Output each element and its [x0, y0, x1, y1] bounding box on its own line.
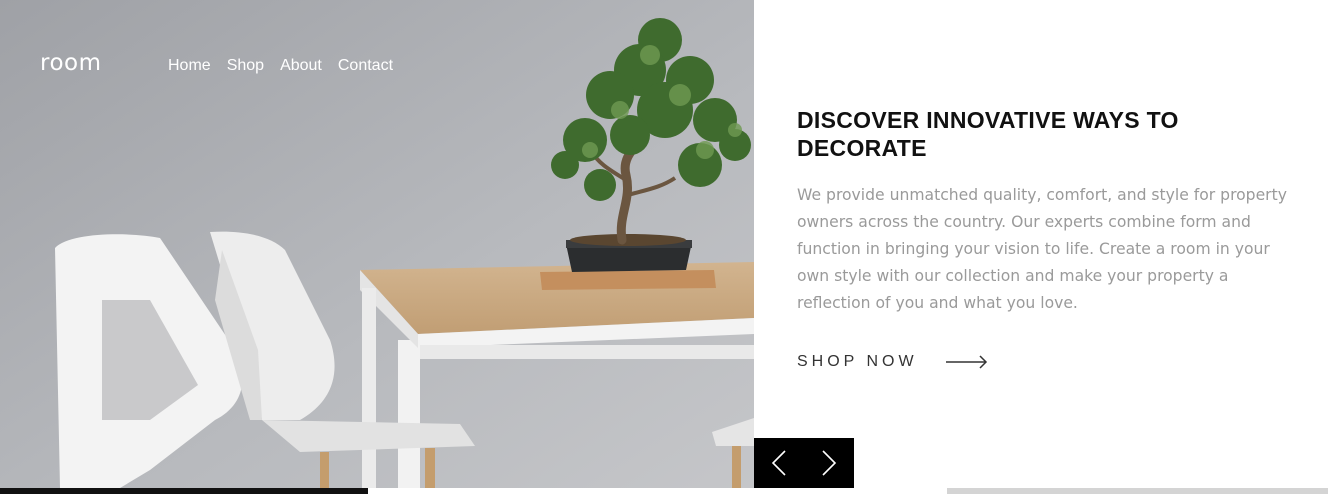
slider-next-button[interactable] [804, 438, 854, 488]
shop-now-label: SHOP NOW [797, 353, 918, 370]
hero-headline: DISCOVER INNOVATIVE WAYS TO DECORATE [797, 107, 1179, 161]
chevron-left-icon [771, 450, 786, 476]
bottom-strip-light [947, 488, 1328, 494]
slider-prev-button[interactable] [754, 438, 804, 488]
brand-logo[interactable]: room [40, 50, 102, 76]
nav-item-contact[interactable]: Contact [338, 57, 393, 75]
nav-item-about[interactable]: About [280, 57, 322, 75]
hero-description: We provide unmatched quality, comfort, a… [797, 186, 1287, 312]
hero-content: DISCOVER INNOVATIVE WAYS TO DECORATE We … [797, 106, 1287, 371]
nav-item-shop[interactable]: Shop [227, 57, 264, 75]
bottom-strip-dark [0, 488, 368, 494]
arrow-right-icon [945, 355, 987, 369]
hero-image: room Home Shop About Contact [0, 0, 754, 488]
chevron-right-icon [822, 450, 837, 476]
main-nav: Home Shop About Contact [168, 57, 393, 75]
nav-item-home[interactable]: Home [168, 57, 211, 75]
slider-controls [754, 438, 854, 488]
shop-now-button[interactable]: SHOP NOW [797, 353, 1287, 371]
